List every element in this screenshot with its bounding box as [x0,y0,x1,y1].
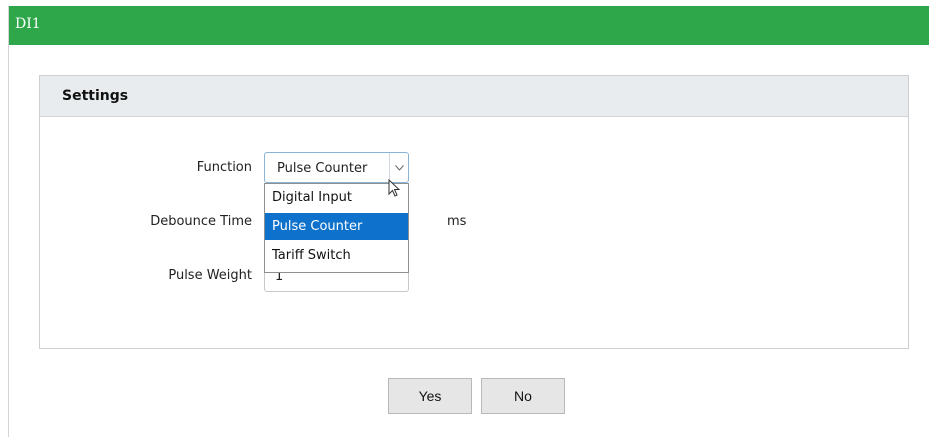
dropdown-option-digital-input[interactable]: Digital Input [265,184,408,211]
dropdown-option-tariff-switch[interactable]: Tariff Switch [265,242,408,269]
titlebar: DI1 [9,6,929,45]
debounce-time-label: Debounce Time [150,214,252,229]
function-label: Function [196,160,252,175]
chevron-down-icon[interactable] [389,153,408,182]
pulse-weight-label: Pulse Weight [168,268,252,283]
panel-header: Settings [40,76,908,117]
settings-panel: Settings Function Debounce Time Pulse We… [39,75,909,349]
dropdown-option-pulse-counter[interactable]: Pulse Counter [265,213,408,240]
no-button[interactable]: No [481,378,565,414]
panel-title: Settings [62,88,129,104]
dialog: DI1 Settings Function Debounce Time Puls… [8,6,929,437]
function-select-value: Pulse Counter [277,161,368,176]
debounce-time-unit: ms [447,214,467,229]
yes-button[interactable]: Yes [388,378,472,414]
window-title: DI1 [15,16,41,32]
mouse-cursor-icon [388,179,401,197]
